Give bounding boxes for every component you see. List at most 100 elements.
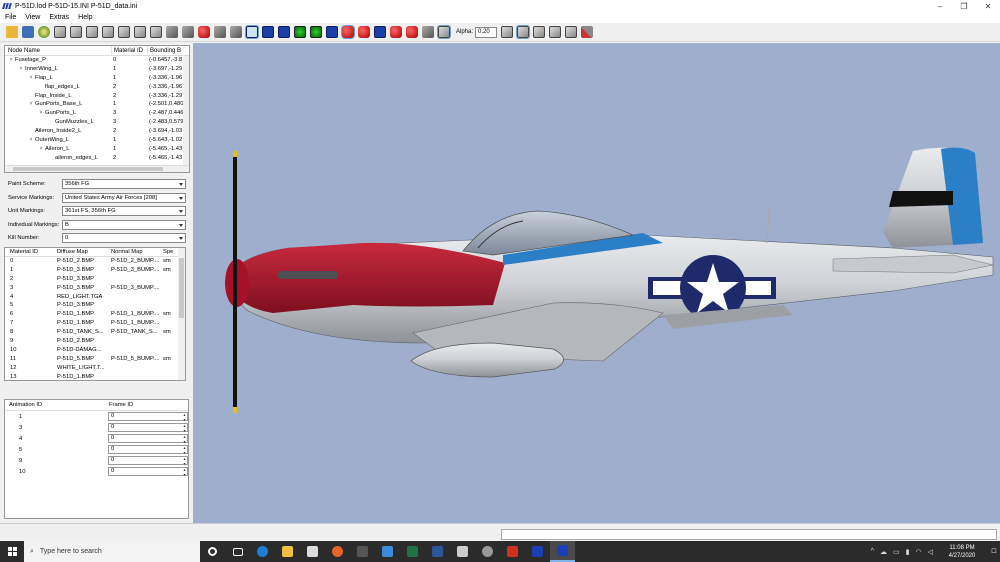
damage-box-icon[interactable] bbox=[310, 26, 322, 38]
red-shade-icon[interactable] bbox=[198, 26, 210, 38]
textured-icon[interactable] bbox=[230, 26, 242, 38]
crosshair-icon[interactable] bbox=[54, 26, 66, 38]
tree-row[interactable]: Aileron_Inside2_L 2 (-3.694,-1.03 bbox=[5, 127, 189, 136]
table-row[interactable]: 9 P-51D_2.BMP bbox=[5, 337, 185, 346]
col-diffuse-map[interactable]: Diffuse Map bbox=[57, 248, 111, 256]
table-row[interactable]: 6 P-51D_1.BMP P-51D_1_BUMP.... sm bbox=[5, 310, 185, 319]
taskbar-search[interactable]: ⌕ Type here to search bbox=[24, 541, 200, 562]
minimize-button[interactable]: – bbox=[928, 0, 952, 12]
frame-icon[interactable] bbox=[516, 25, 531, 39]
rotate-icon[interactable] bbox=[565, 26, 578, 38]
table-row[interactable]: 11 P-51D_5.BMP P-51D_5_BUMP.... sm bbox=[5, 355, 185, 364]
alpha-toggle-icon[interactable] bbox=[437, 25, 451, 39]
chevron-down-icon[interactable]: ˅ bbox=[27, 100, 35, 109]
red-cube-alt-icon[interactable] bbox=[358, 26, 370, 38]
col-frame-id[interactable]: Frame ID bbox=[109, 400, 188, 410]
view-bottom-icon[interactable] bbox=[150, 26, 162, 38]
table-row[interactable]: 10 P-51D-DAMAG... bbox=[5, 346, 185, 355]
view-back-icon[interactable] bbox=[86, 26, 98, 38]
red-cone-icon[interactable] bbox=[406, 26, 418, 38]
network-icon[interactable]: ▭ bbox=[893, 548, 900, 556]
calendar-icon[interactable] bbox=[450, 541, 475, 562]
view-front-icon[interactable] bbox=[70, 26, 82, 38]
open-folder-icon[interactable] bbox=[6, 26, 18, 38]
menu-file[interactable]: File bbox=[5, 14, 16, 21]
wireframe-icon[interactable] bbox=[166, 26, 178, 38]
lod-viewer-task-icon[interactable] bbox=[550, 541, 575, 562]
excel-icon[interactable] bbox=[400, 541, 425, 562]
model-viewport[interactable] bbox=[193, 43, 1000, 523]
grid-icon[interactable] bbox=[501, 26, 514, 38]
firefox-icon[interactable] bbox=[325, 541, 350, 562]
alpha-input[interactable]: 0.20 bbox=[475, 26, 498, 38]
table-row[interactable]: 7 P-51D_1.BMP P-51D_1_BUMP.... bbox=[5, 319, 185, 328]
bounding-box-icon[interactable] bbox=[245, 25, 259, 39]
hitbox-icon[interactable] bbox=[294, 26, 306, 38]
tree-row[interactable]: ˅ Flap_L 1 (-3.336,-1.96 bbox=[5, 74, 189, 83]
gray-shape-icon[interactable] bbox=[422, 26, 434, 38]
axes-icon[interactable] bbox=[533, 26, 546, 38]
blue-cube-icon[interactable] bbox=[374, 26, 386, 38]
table-row[interactable]: 8 P-51D_TANK_S... P-51D_TANK_S... sm bbox=[5, 328, 185, 337]
file-explorer-icon[interactable] bbox=[275, 541, 300, 562]
view-left-icon[interactable] bbox=[102, 26, 114, 38]
frame-id-stepper[interactable]: 0 bbox=[108, 423, 188, 433]
weather-icon[interactable]: ☁ bbox=[880, 548, 887, 556]
service-markings-select[interactable]: United States Army Air Forces [208] bbox=[62, 192, 186, 203]
cockpit-icon[interactable] bbox=[326, 26, 338, 38]
tree-vertical-scrollbar[interactable] bbox=[183, 56, 189, 167]
red-sphere-icon[interactable] bbox=[390, 26, 402, 38]
pivot-icon[interactable] bbox=[278, 26, 290, 38]
start-button[interactable] bbox=[0, 541, 24, 562]
volume-icon[interactable]: ◁ bbox=[928, 548, 933, 556]
table-row[interactable]: 0 P-51D_2.BMP P-51D_2_BUMP.... sm bbox=[5, 257, 185, 266]
table-row[interactable]: 4 RED_LIGHT.TGA bbox=[5, 293, 185, 302]
chevron-down-icon[interactable]: ˅ bbox=[37, 145, 45, 154]
frame-id-stepper[interactable]: 0 bbox=[108, 412, 188, 422]
clock[interactable]: 11:08 PM 4/27/2020 bbox=[936, 544, 988, 560]
chevron-down-icon[interactable]: ˅ bbox=[37, 109, 45, 118]
word-icon[interactable] bbox=[425, 541, 450, 562]
frame-id-stepper[interactable]: 0 bbox=[108, 467, 188, 477]
animation-table[interactable]: Animation ID Frame ID 1030405090100 bbox=[4, 399, 189, 519]
app-blue-icon[interactable] bbox=[525, 541, 550, 562]
tree-row[interactable]: flap_edges_L 2 (-3.336,-1.96 bbox=[5, 83, 189, 92]
tree-row[interactable]: ˅ Aileron_L 1 (-5.465,-1.43 bbox=[5, 145, 189, 154]
table-row[interactable]: 5 P-51D_3.BMP bbox=[5, 301, 185, 310]
chevron-down-icon[interactable]: ˅ bbox=[27, 74, 35, 83]
table-row[interactable]: 1 P-51D_3.BMP P-51D_3_BUMP.... sm bbox=[5, 266, 185, 275]
menu-help[interactable]: Help bbox=[78, 14, 92, 21]
tree-row[interactable]: ˅ InnerWing_L 1 (-3.697,-1.29 bbox=[5, 65, 189, 74]
store-icon[interactable] bbox=[300, 541, 325, 562]
col-material-id[interactable]: Material ID bbox=[5, 248, 57, 256]
col-node-name[interactable]: Node Name bbox=[5, 46, 111, 55]
menu-extras[interactable]: Extras bbox=[49, 14, 69, 21]
flat-shade-icon[interactable] bbox=[182, 26, 194, 38]
tools-icon[interactable] bbox=[581, 26, 594, 38]
tree-row[interactable]: ˅ Fuselage_P 0 (-0.6457,-3.8 bbox=[5, 56, 189, 65]
edge-icon[interactable] bbox=[250, 541, 275, 562]
table-row[interactable]: 13 P-51D_1.BMP bbox=[5, 373, 185, 380]
view-top-icon[interactable] bbox=[134, 26, 146, 38]
task-view-icon[interactable] bbox=[225, 541, 250, 562]
tree-row[interactable]: Flap_Inside_L 2 (-3.336,-1.29 bbox=[5, 92, 189, 101]
paint-scheme-select[interactable]: 356th FG bbox=[62, 178, 186, 189]
material-vertical-scrollbar[interactable] bbox=[178, 248, 185, 380]
wifi-icon[interactable]: ◠ bbox=[916, 548, 922, 556]
chevron-up-icon[interactable]: ^ bbox=[871, 548, 874, 555]
individual-markings-select[interactable]: B bbox=[62, 219, 186, 230]
col-material-id[interactable]: Material ID bbox=[111, 46, 147, 55]
unit-markings-select[interactable]: 361st FS, 356th FG bbox=[62, 205, 186, 216]
save-icon[interactable] bbox=[22, 26, 34, 38]
node-tree[interactable]: Node Name Material ID Bounding B ˅ Fusela… bbox=[4, 45, 190, 173]
frame-id-stepper[interactable]: 0 bbox=[108, 434, 188, 444]
tree-horizontal-scrollbar[interactable] bbox=[5, 165, 189, 172]
frame-id-stepper[interactable]: 0 bbox=[108, 445, 188, 455]
kill-number-select[interactable]: 0 bbox=[62, 232, 186, 243]
tree-row[interactable]: ˅ GunPorts_L 3 (-2.487,0.446 bbox=[5, 109, 189, 118]
col-animation-id[interactable]: Animation ID bbox=[5, 400, 109, 410]
mail-icon[interactable] bbox=[375, 541, 400, 562]
col-normal-map[interactable]: Normal Map bbox=[111, 248, 163, 256]
smooth-shade-icon[interactable] bbox=[214, 26, 226, 38]
tree-row[interactable]: aileron_edges_L 2 (-5.465,-1.43 bbox=[5, 154, 189, 163]
